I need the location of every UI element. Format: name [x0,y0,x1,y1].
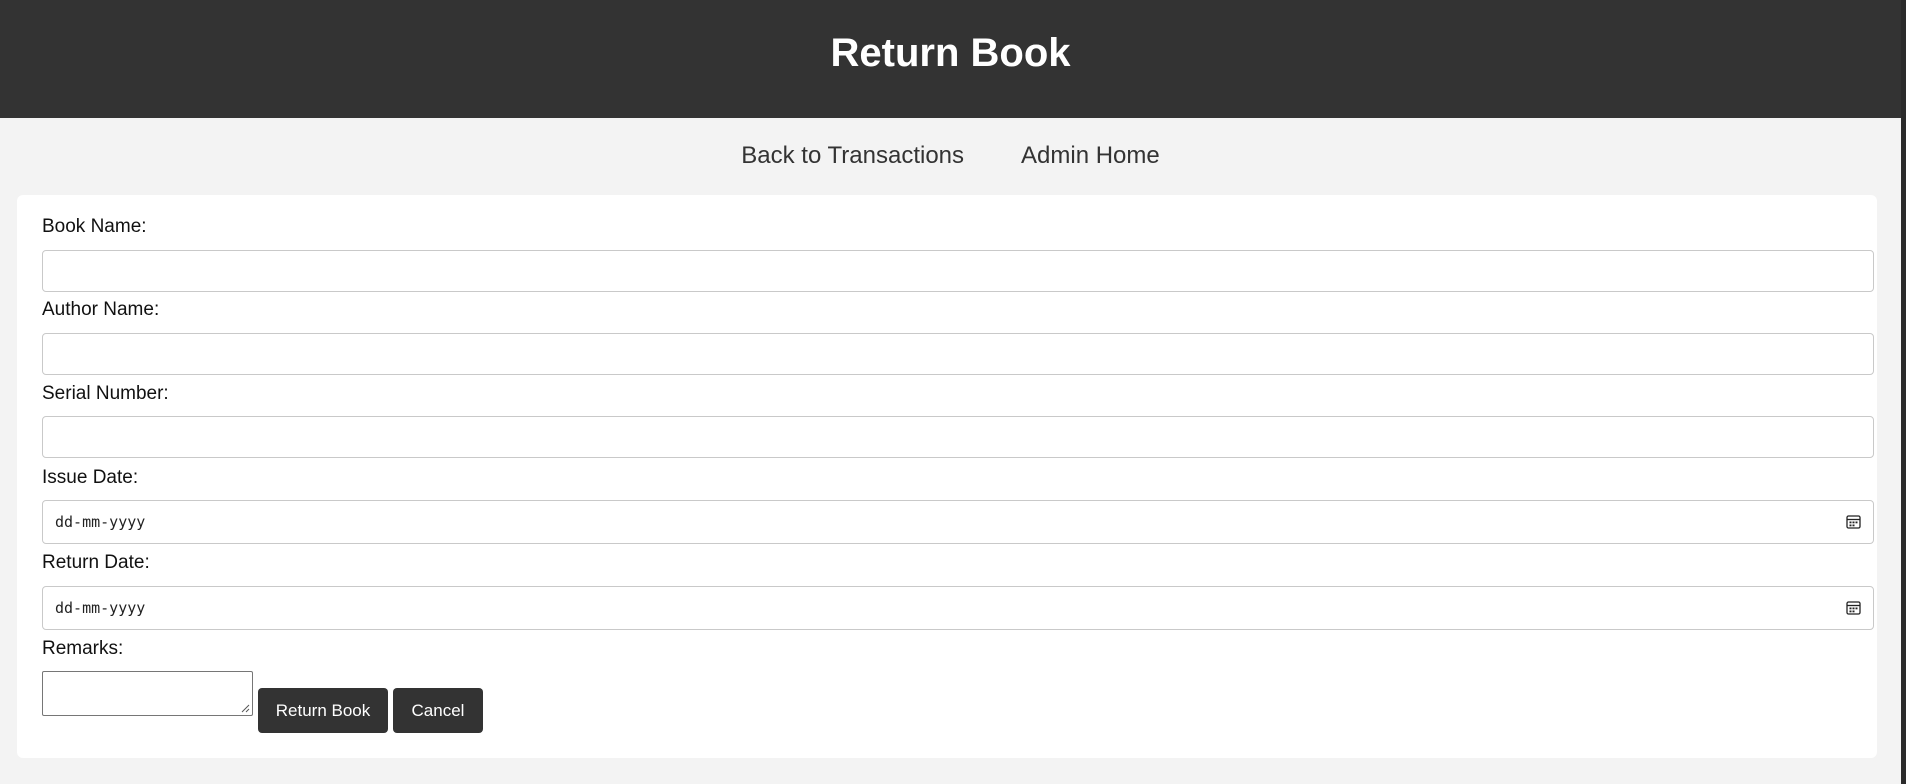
calendar-icon[interactable] [1846,514,1861,529]
cancel-button[interactable]: Cancel [393,688,483,733]
top-nav: Back to Transactions Admin Home [0,118,1901,194]
window-edge [1901,0,1906,784]
return-date-label: Return Date: [42,552,150,573]
book-name-input[interactable] [42,250,1874,292]
issue-date-label: Issue Date: [42,467,139,488]
author-name-label: Author Name: [42,299,160,320]
calendar-icon[interactable] [1846,600,1861,615]
return-book-form: Book Name: Author Name: Serial Number: I… [17,195,1877,758]
back-to-transactions-link[interactable]: Back to Transactions [741,142,964,170]
issue-date-placeholder: dd-mm-yyyy [55,513,146,531]
page-title: Return Book [830,30,1071,75]
page-header: Return Book [0,0,1901,118]
return-date-placeholder: dd-mm-yyyy [55,599,146,617]
author-name-input[interactable] [42,333,1874,375]
remarks-label: Remarks: [42,638,124,659]
serial-number-input[interactable] [42,416,1874,458]
admin-home-link[interactable]: Admin Home [1021,142,1160,170]
return-book-button[interactable]: Return Book [258,688,388,733]
book-name-label: Book Name: [42,216,147,237]
serial-number-label: Serial Number: [42,383,169,404]
remarks-textarea[interactable] [42,671,253,716]
issue-date-input[interactable]: dd-mm-yyyy [42,500,1874,544]
return-date-input[interactable]: dd-mm-yyyy [42,586,1874,630]
resize-grip-icon[interactable] [241,704,250,713]
